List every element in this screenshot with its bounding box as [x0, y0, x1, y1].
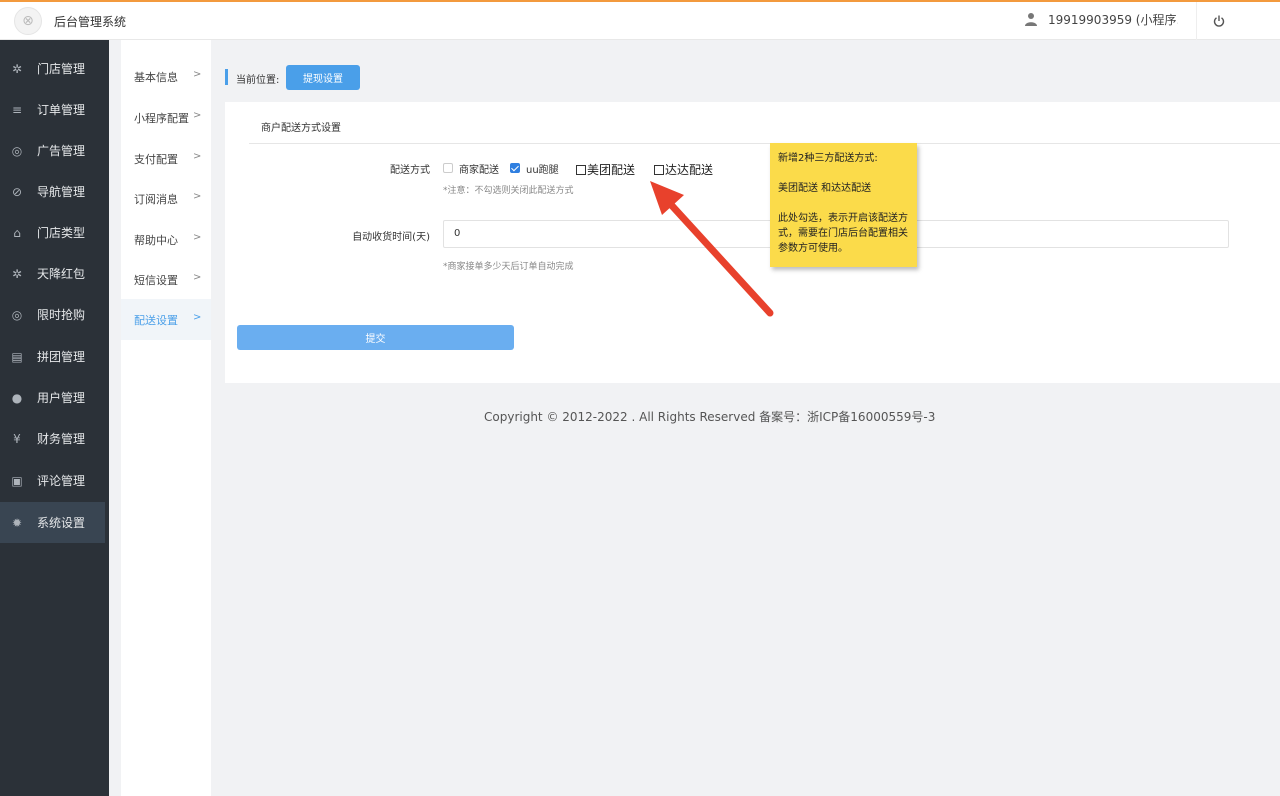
submenu-item-label: 帮助中心	[134, 233, 178, 247]
delivery-hint: *注意：不勾选则关闭此配送方式	[443, 186, 574, 196]
sidebar-item-label: 天降红包	[37, 267, 86, 281]
panel-title: 商户配送方式设置	[261, 123, 341, 134]
note-line-3: 此处勾选，表示开启该配送方式，需要在门店后台配置相关参数方可使用。	[778, 213, 908, 254]
meituan-delivery-label: 美团配送	[587, 163, 636, 177]
chevron-right-icon: >	[193, 312, 202, 323]
sidebar-item-flash-sale[interactable]: ◎ 限时抢购	[0, 294, 105, 335]
submenu-item-subscribe[interactable]: 订阅消息 >	[121, 178, 211, 219]
uu-delivery-label: uu跑腿	[526, 165, 559, 176]
sidebar-item-label: 财务管理	[37, 432, 86, 446]
list-icon: ≡	[11, 102, 23, 117]
sidebar: ✲ 门店管理 ≡ 订单管理 ◎ 广告管理 ⊘ 导航管理 ⌂ 门店类型 ✲ 天降红…	[0, 40, 109, 796]
auto-receive-hint: *商家接单多少天后订单自动完成	[443, 262, 574, 272]
delivery-method-label: 配送方式	[390, 165, 430, 176]
sidebar-item-red-packet[interactable]: ✲ 天降红包	[0, 253, 105, 294]
power-icon	[1213, 15, 1224, 27]
user-name[interactable]: 19919903959 (小程序…	[1048, 11, 1178, 28]
submenu-item-label: 基本信息	[134, 70, 178, 84]
divider	[249, 143, 1280, 144]
auto-receive-label: 自动收货时间(天)	[352, 232, 430, 243]
submenu-item-label: 小程序配置	[134, 111, 189, 125]
breadcrumb-marker	[225, 69, 228, 85]
sidebar-item-ads[interactable]: ◎ 广告管理	[0, 130, 105, 171]
sidebar-item-label: 门店管理	[37, 62, 86, 76]
logo: ⊗	[14, 7, 42, 35]
chevron-right-icon: >	[193, 191, 202, 202]
submit-button[interactable]: 提交	[237, 325, 514, 350]
sidebar-item-label: 用户管理	[37, 391, 86, 405]
merchant-delivery-checkbox[interactable]	[443, 163, 453, 173]
chevron-right-icon: >	[193, 69, 202, 80]
chevron-right-icon: >	[193, 151, 202, 162]
sidebar-item-label: 广告管理	[37, 144, 86, 158]
sidebar-item-finance[interactable]: ¥ 财务管理	[0, 418, 105, 459]
sidebar-item-reviews[interactable]: ▣ 评论管理	[0, 460, 105, 501]
submenu-item-sms[interactable]: 短信设置 >	[121, 259, 211, 300]
annotation-arrow	[650, 181, 774, 317]
sidebar-item-label: 限时抢购	[37, 308, 86, 322]
lifebuoy-icon: ◎	[11, 307, 23, 322]
meituan-delivery-checkbox[interactable]	[576, 164, 586, 175]
logout-button[interactable]	[1196, 2, 1240, 40]
dada-delivery-checkbox[interactable]	[654, 164, 664, 175]
app-title: 后台管理系统	[54, 15, 127, 29]
bank-icon: ⌂	[13, 225, 21, 240]
store-icon: ✲	[11, 61, 23, 76]
sidebar-item-label: 拼团管理	[37, 350, 86, 364]
breadcrumb-current-button[interactable]: 提现设置	[286, 65, 360, 90]
sticky-note: 新增2种三方配送方式: 美团配送 和达达配送 此处勾选，表示开启该配送方式，需要…	[770, 143, 917, 267]
gift-icon: ✲	[11, 266, 23, 281]
sidebar-item-settings[interactable]: ✹ 系统设置	[0, 502, 105, 543]
sidebar-item-label: 系统设置	[37, 516, 86, 530]
submenu-item-label: 订阅消息	[134, 192, 178, 206]
sidebar-item-label: 评论管理	[37, 474, 86, 488]
submenu-item-label: 短信设置	[134, 273, 178, 287]
submenu-item-label: 支付配置	[134, 152, 178, 166]
merchant-delivery-label: 商家配送	[459, 165, 499, 176]
submenu-item-basic-info[interactable]: 基本信息 >	[121, 56, 211, 97]
chevron-right-icon: >	[193, 110, 202, 121]
sidebar-item-nav[interactable]: ⊘ 导航管理	[0, 171, 105, 212]
chevron-right-icon: >	[193, 232, 202, 243]
money-icon: ▣	[11, 473, 23, 488]
sidebar-item-store[interactable]: ✲ 门店管理	[0, 48, 105, 89]
gear-icon: ✹	[11, 515, 23, 530]
sidebar-item-store-type[interactable]: ⌂ 门店类型	[0, 212, 105, 253]
lifebuoy-icon: ◎	[11, 143, 23, 158]
sidebar-item-label: 订单管理	[37, 103, 86, 117]
submenu-item-label: 配送设置	[134, 313, 178, 327]
note-line-1: 新增2种三方配送方式:	[778, 153, 878, 164]
copyright-footer: Copyright © 2012-2022 . All Rights Reser…	[484, 410, 936, 424]
meituan-delivery-option[interactable]: 美团配送	[576, 161, 635, 178]
compass-icon: ⊘	[11, 184, 23, 199]
uu-delivery-checkbox[interactable]	[510, 163, 520, 173]
user-icon	[1025, 13, 1037, 26]
sidebar-item-label: 导航管理	[37, 185, 86, 199]
sidebar-item-label: 门店类型	[37, 226, 86, 240]
news-icon: ▤	[11, 349, 23, 364]
submenu-item-payment[interactable]: 支付配置 >	[121, 138, 211, 179]
submenu-item-delivery[interactable]: 配送设置 >	[121, 299, 211, 340]
note-line-2: 美团配送 和达达配送	[778, 183, 872, 194]
top-header: ⊗ 后台管理系统 19919903959 (小程序…	[0, 0, 1280, 40]
settings-submenu: 基本信息 > 小程序配置 > 支付配置 > 订阅消息 > 帮助中心 > 短信设置…	[121, 40, 211, 796]
yen-icon: ¥	[13, 431, 21, 446]
user-icon: ●	[11, 390, 23, 405]
submenu-item-help[interactable]: 帮助中心 >	[121, 219, 211, 260]
breadcrumb-label: 当前位置:	[236, 75, 280, 86]
sidebar-item-users[interactable]: ● 用户管理	[0, 377, 105, 418]
sidebar-item-group-buy[interactable]: ▤ 拼团管理	[0, 336, 105, 377]
sidebar-item-orders[interactable]: ≡ 订单管理	[0, 89, 105, 130]
submenu-item-miniprogram[interactable]: 小程序配置 >	[121, 97, 211, 138]
chevron-right-icon: >	[193, 272, 202, 283]
